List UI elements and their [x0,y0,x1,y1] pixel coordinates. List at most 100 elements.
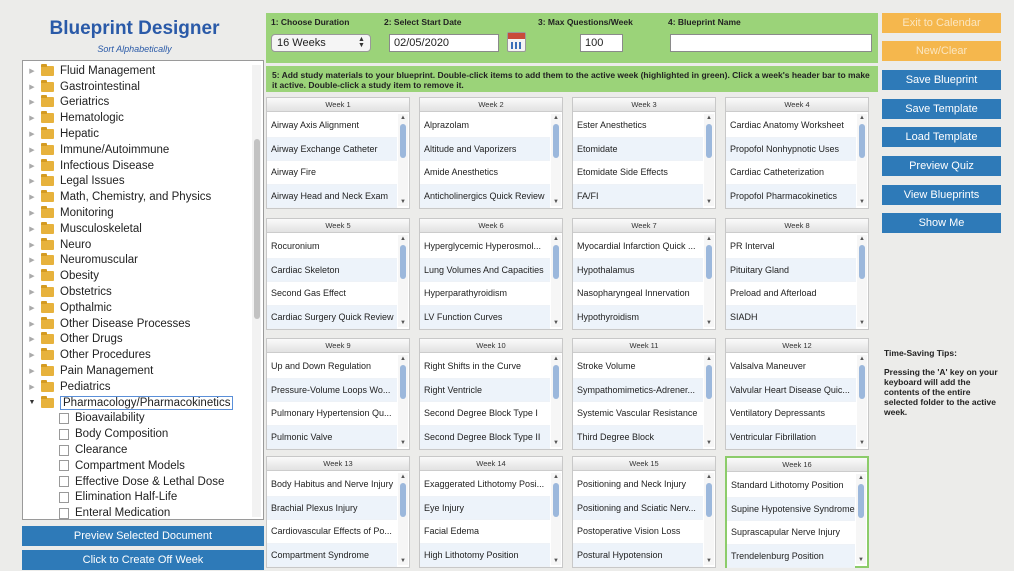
week-scrollbar[interactable]: ▲ ▼ [856,474,866,564]
scrollbar-thumb[interactable] [706,483,712,517]
week-scrollbar[interactable]: ▲ ▼ [551,473,561,565]
tree-document[interactable]: Compartment Models [23,458,249,474]
study-item[interactable]: Pressure-Volume Loops Wo... [267,378,397,402]
scroll-down-icon[interactable]: ▼ [551,319,561,327]
week-header-bar[interactable]: Week 13 [267,457,409,471]
study-item[interactable]: Right Ventricle [420,378,550,402]
study-item[interactable]: Ester Anesthetics [573,114,703,138]
scrollbar-thumb[interactable] [400,365,406,399]
scroll-down-icon[interactable]: ▼ [398,319,408,327]
study-item[interactable]: Etomidate [573,137,703,161]
week-header-bar[interactable]: Week 6 [420,219,562,233]
scrollbar-thumb[interactable] [553,124,559,158]
scroll-down-icon[interactable]: ▼ [704,439,714,447]
study-item[interactable]: Second Degree Block Type I [420,402,550,426]
scrollbar-thumb[interactable] [859,124,865,158]
week-scrollbar[interactable]: ▲ ▼ [398,473,408,565]
week-1-panel[interactable]: Week 1 Airway Axis Alignment Airway Exchan… [266,97,410,209]
scroll-down-icon[interactable]: ▼ [398,198,408,206]
save-template-button[interactable]: Save Template [882,99,1001,119]
scroll-down-icon[interactable]: ▼ [551,439,561,447]
study-item[interactable]: Positioning and Neck Injury [573,473,703,497]
start-date-input[interactable]: 02/05/2020 [389,34,499,52]
week-scrollbar[interactable]: ▲ ▼ [398,355,408,447]
study-item[interactable]: Hypothyroidism [573,305,703,329]
study-item[interactable]: Airway Fire [267,161,397,185]
week-header-bar[interactable]: Week 14 [420,457,562,471]
study-item[interactable]: SIADH [726,305,856,329]
tree-folder[interactable]: ▶ Hematologic [23,110,249,126]
scrollbar-thumb[interactable] [706,245,712,279]
study-item[interactable]: Myocardial Infarction Quick ... [573,235,703,259]
max-questions-input[interactable]: 100 [580,34,623,52]
study-item[interactable]: Pulmonic Valve [267,425,397,449]
folder-tree[interactable]: ▶ Fluid Management ▶ Gastrointestinal ▶ Geria… [22,60,264,520]
sort-alphabetically-link[interactable]: Sort Alphabetically [22,44,247,54]
study-item[interactable]: Cardiac Surgery Quick Review [267,305,397,329]
preview-quiz-button[interactable]: Preview Quiz [882,156,1001,176]
week-header-bar[interactable]: Week 4 [726,98,868,112]
tree-folder[interactable]: ▶ Pain Management [23,363,249,379]
scroll-down-icon[interactable]: ▼ [857,198,867,206]
study-item[interactable]: Cardiovascular Effects of Po... [267,520,397,544]
week-header-bar[interactable]: Week 10 [420,339,562,353]
scroll-up-icon[interactable]: ▲ [704,114,714,122]
tree-folder[interactable]: ▶ Neuro [23,237,249,253]
week-header-bar[interactable]: Week 2 [420,98,562,112]
scroll-up-icon[interactable]: ▲ [398,355,408,363]
tree-folder[interactable]: ▶ Gastrointestinal [23,79,249,95]
week-10-panel[interactable]: Week 10 Right Shifts in the Curve Right Ve… [419,338,563,450]
exit-to-calendar-button[interactable]: Exit to Calendar [882,13,1001,33]
tree-folder-open[interactable]: ▼ Pharmacology/Pharmacokinetics [23,395,249,411]
week-header-bar[interactable]: Week 9 [267,339,409,353]
study-item[interactable]: Supine Hypotensive Syndrome [727,497,855,521]
week-scrollbar[interactable]: ▲ ▼ [551,355,561,447]
study-item[interactable]: Postural Hypotension [573,543,703,567]
study-item[interactable]: Second Gas Effect [267,282,397,306]
study-item[interactable]: Pituitary Gland [726,258,856,282]
tree-folder[interactable]: ▶ Neuromuscular [23,253,249,269]
expand-arrow-icon[interactable]: ▶ [23,288,41,296]
study-item[interactable]: Etomidate Side Effects [573,161,703,185]
week-11-panel[interactable]: Week 11 Stroke Volume Sympathomimetics-Adr… [572,338,716,450]
study-item[interactable]: Cardiac Skeleton [267,258,397,282]
scroll-up-icon[interactable]: ▲ [398,235,408,243]
scroll-up-icon[interactable]: ▲ [551,114,561,122]
study-item[interactable]: LV Function Curves [420,305,550,329]
scrollbar-thumb[interactable] [706,124,712,158]
study-item[interactable]: Facial Edema [420,520,550,544]
week-header-bar[interactable]: Week 15 [573,457,715,471]
study-item[interactable]: High Lithotomy Position [420,543,550,567]
scrollbar-thumb[interactable] [553,365,559,399]
study-item[interactable]: Body Habitus and Nerve Injury [267,473,397,497]
scroll-up-icon[interactable]: ▲ [857,355,867,363]
scroll-down-icon[interactable]: ▼ [857,439,867,447]
scroll-up-icon[interactable]: ▲ [551,473,561,481]
tree-folder[interactable]: ▶ Obesity [23,268,249,284]
study-item[interactable]: Positioning and Sciatic Nerv... [573,496,703,520]
tree-folder[interactable]: ▶ Immune/Autoimmune [23,142,249,158]
study-item[interactable]: Valsalva Maneuver [726,355,856,379]
week-header-bar[interactable]: Week 5 [267,219,409,233]
scroll-down-icon[interactable]: ▼ [704,319,714,327]
expand-arrow-icon[interactable]: ▶ [23,83,41,91]
study-item[interactable]: Cardiac Anatomy Worksheet [726,114,856,138]
scroll-up-icon[interactable]: ▲ [704,355,714,363]
scroll-up-icon[interactable]: ▲ [704,473,714,481]
tree-folder[interactable]: ▶ Obstetrics [23,284,249,300]
scroll-up-icon[interactable]: ▲ [857,114,867,122]
expand-arrow-icon[interactable]: ▶ [23,225,41,233]
week-scrollbar[interactable]: ▲ ▼ [398,235,408,327]
tree-folder[interactable]: ▶ Musculoskeletal [23,221,249,237]
scrollbar-thumb[interactable] [553,483,559,517]
scroll-down-icon[interactable]: ▼ [398,439,408,447]
new-clear-button[interactable]: New/Clear [882,41,1001,61]
expand-arrow-icon[interactable]: ▶ [23,335,41,343]
study-item[interactable]: Nasopharyngeal Innervation [573,282,703,306]
scroll-up-icon[interactable]: ▲ [551,355,561,363]
week-scrollbar[interactable]: ▲ ▼ [857,235,867,327]
tree-folder[interactable]: ▶ Math, Chemistry, and Physics [23,189,249,205]
tree-folder[interactable]: ▶ Monitoring [23,205,249,221]
save-blueprint-button[interactable]: Save Blueprint [882,70,1001,90]
expand-arrow-icon[interactable]: ▶ [23,367,41,375]
